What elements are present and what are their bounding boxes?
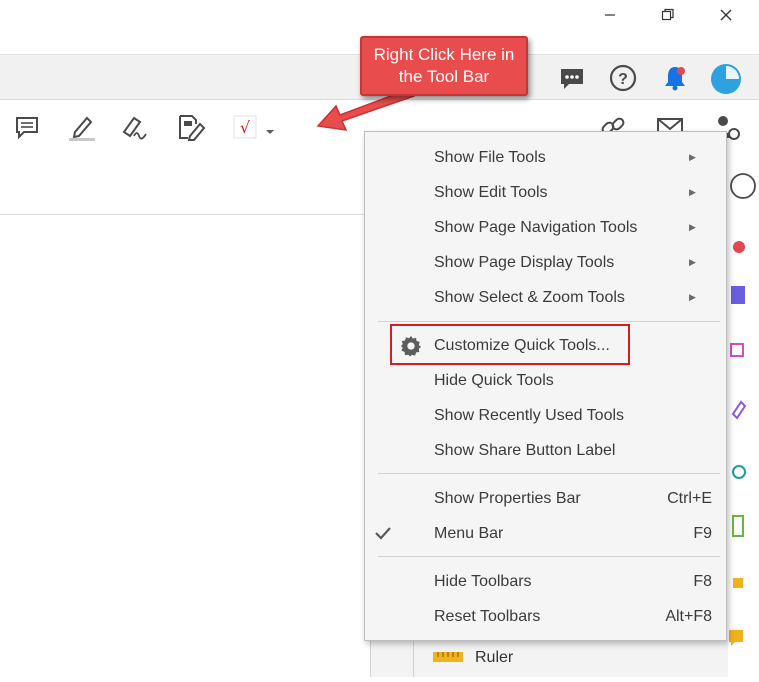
menu-separator [378, 321, 720, 322]
highlight-icon[interactable] [67, 112, 97, 142]
svg-text:?: ? [618, 71, 628, 88]
menu-separator [378, 556, 720, 557]
shortcut-label: F9 [693, 524, 712, 542]
menu-item-hide-toolbars[interactable]: Hide Toolbars F8 [365, 564, 726, 599]
chevron-down-icon[interactable] [265, 123, 275, 134]
menu-item-show-edit-tools[interactable]: Show Edit Tools ▶ [365, 175, 726, 210]
submenu-arrow-icon: ▶ [689, 222, 696, 232]
menu-item-reset-toolbars[interactable]: Reset Toolbars Alt+F8 [365, 599, 726, 634]
submenu-arrow-icon: ▶ [689, 257, 696, 267]
fill-sign-icon[interactable] [120, 112, 150, 142]
ruler-label[interactable]: Ruler [475, 649, 513, 667]
shortcut-label: Ctrl+E [667, 489, 712, 507]
submenu-arrow-icon: ▶ [689, 187, 696, 197]
profile-avatar-icon[interactable] [710, 63, 742, 95]
menu-separator [378, 473, 720, 474]
comment-pane-icon [729, 630, 743, 646]
compare-icon [732, 515, 744, 537]
panel-divider [413, 640, 414, 677]
edit-pdf-icon[interactable] [176, 112, 206, 142]
menu-item-show-file-tools[interactable]: Show File Tools ▶ [365, 140, 726, 175]
help-icon[interactable]: ? [608, 63, 638, 93]
menu-item-show-properties-bar[interactable]: Show Properties Bar Ctrl+E [365, 481, 726, 516]
submenu-arrow-icon: ▶ [689, 292, 696, 302]
menu-item-menu-bar[interactable]: Menu Bar F9 [365, 516, 726, 551]
menu-item-hide-quick-tools[interactable]: Hide Quick Tools [365, 363, 726, 398]
instruction-callout: Right Click Here in the Tool Bar [360, 36, 528, 96]
menu-item-show-page-display-tools[interactable]: Show Page Display Tools ▶ [365, 245, 726, 280]
submenu-arrow-icon: ▶ [689, 152, 696, 162]
shortcut-label: Alt+F8 [665, 607, 712, 625]
ruler-icon [433, 650, 463, 664]
organize-pages-icon [730, 343, 744, 357]
minimize-icon[interactable] [587, 0, 633, 30]
menu-item-show-share-button-label[interactable]: Show Share Button Label [365, 433, 726, 468]
svg-text:√: √ [240, 118, 251, 137]
menu-item-show-page-navigation-tools[interactable]: Show Page Navigation Tools ▶ [365, 210, 726, 245]
create-pdf-icon [731, 286, 745, 304]
send-review-icon [732, 465, 746, 479]
tool-circle-icon[interactable] [727, 170, 759, 202]
menu-item-show-recently-used-tools[interactable]: Show Recently Used Tools [365, 398, 726, 433]
checkmark-icon [375, 526, 391, 542]
menu-item-show-select-zoom-tools[interactable]: Show Select & Zoom Tools ▶ [365, 280, 726, 315]
restore-icon[interactable] [645, 0, 691, 30]
fill-sign-pane-icon [731, 400, 747, 420]
right-tools-pane [727, 214, 759, 677]
export-pdf-icon [733, 241, 745, 253]
callout-text: Right Click Here in the Tool Bar [373, 45, 515, 86]
comment-icon[interactable] [12, 112, 42, 142]
toolbar-context-menu[interactable]: Show File Tools ▶ Show Edit Tools ▶ Show… [364, 131, 727, 641]
shortcut-label: F8 [693, 572, 712, 590]
stamp-icon[interactable]: √ [230, 112, 260, 142]
lower-tools-panel: Ruler [370, 640, 728, 677]
notification-bell-icon[interactable] [660, 63, 690, 93]
highlight-box [390, 324, 630, 365]
stamp-pane-icon [733, 578, 743, 588]
close-icon[interactable] [703, 0, 749, 30]
chat-icon[interactable] [557, 65, 587, 93]
